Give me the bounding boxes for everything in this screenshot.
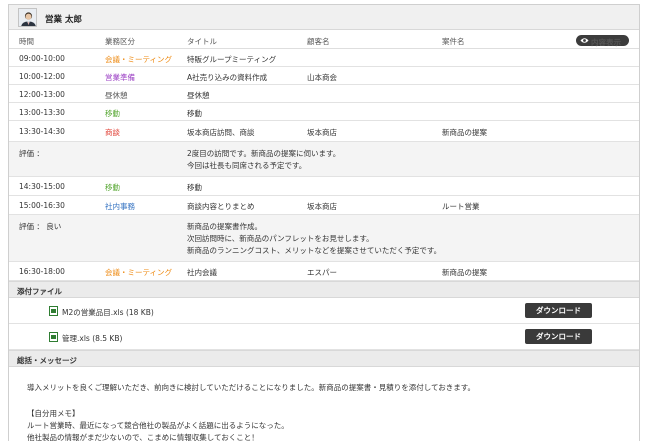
attachment-name[interactable]: M2の営業品目.xls (18 KB) <box>62 307 154 318</box>
table-row[interactable]: 14:30-15:00 移動 移動 <box>9 177 639 196</box>
table-row[interactable]: 09:00-10:00 会議・ミーティング 特販グループミーティング <box>9 49 639 67</box>
show-content-button[interactable]: 内容表示 <box>576 35 629 47</box>
row-title: 特販グループミーティング <box>187 55 277 64</box>
row-title: 昼休憩 <box>187 91 210 100</box>
table-row[interactable]: 13:00-13:30 移動 移動 <box>9 103 639 121</box>
daily-report-panel: 営業 太郎 時間 業務区分 タイトル 顧客名 案件名 内容表示 09:00-10… <box>8 4 640 441</box>
summary-line: 他社製品の情報がまだ少ないので、こまめに情報収集しておくこと！ <box>27 433 259 441</box>
user-name: 営業 太郎 <box>45 15 82 25</box>
row-category: 昼休憩 <box>105 91 128 100</box>
row-client: 坂本商店 <box>307 202 337 211</box>
evaluation-label: 評価 ： <box>19 149 44 158</box>
summary-line: ルート営業時、最近になって競合他社の製品がよく話題に出るようになった。 <box>27 421 289 430</box>
evaluation-row: 評価 ： 2度目の訪問です。新商品の提案に伺います。 今回は社長も同席される予定… <box>9 142 639 177</box>
attachment-name[interactable]: 管理.xls (8.5 KB) <box>62 333 122 344</box>
evaluation-line: 次回訪問時に、新商品のパンフレットをお見せします。 <box>187 234 374 243</box>
row-client: 坂本商店 <box>307 128 337 137</box>
row-case: ルート営業 <box>442 202 480 211</box>
row-title: A社売り込みの資料作成 <box>187 73 268 82</box>
download-button[interactable]: ダウンロード <box>525 329 592 344</box>
table-row[interactable]: 15:00-16:30 社内事務 商談内容とりまとめ 坂本商店 ルート営業 <box>9 196 639 215</box>
evaluation-line: 今回は社長も同席される予定です。 <box>187 161 307 170</box>
download-button[interactable]: ダウンロード <box>525 303 592 318</box>
row-category: 移動 <box>105 109 120 118</box>
row-client: エスパー <box>307 268 337 277</box>
table-row[interactable]: 12:00-13:00 昼休憩 昼休憩 <box>9 85 639 103</box>
row-category: 会議・ミーティング <box>105 268 173 277</box>
row-time: 15:00-16:30 <box>19 201 65 210</box>
attachment-item: M2の営業品目.xls (18 KB) ダウンロード <box>9 298 639 324</box>
summary-line: 【自分用メモ】 <box>27 409 80 418</box>
eye-icon <box>580 38 589 43</box>
row-category: 商談 <box>105 128 120 137</box>
row-time: 13:30-14:30 <box>19 127 65 136</box>
row-time: 13:00-13:30 <box>19 108 65 117</box>
excel-file-icon <box>49 306 58 316</box>
summary-title: 総括・メッセージ <box>17 356 77 365</box>
row-category: 移動 <box>105 183 120 192</box>
evaluation-line: 新商品の提案書作成。 <box>187 222 262 231</box>
column-time: 時間 <box>19 37 34 46</box>
row-time: 12:00-13:00 <box>19 90 65 99</box>
row-title: 社内会議 <box>187 268 217 277</box>
table-header: 時間 業務区分 タイトル 顧客名 案件名 内容表示 <box>9 30 639 49</box>
column-title: タイトル <box>187 37 217 46</box>
user-header: 営業 太郎 <box>9 5 639 30</box>
row-client: 山本商会 <box>307 73 337 82</box>
row-case: 新商品の提案 <box>442 128 487 137</box>
row-title: 移動 <box>187 109 202 118</box>
row-title: 坂本商店訪問、商談 <box>187 128 255 137</box>
row-category: 営業準備 <box>105 73 135 82</box>
column-client: 顧客名 <box>307 37 330 46</box>
summary-line: 導入メリットを良くご理解いただき、前向きに検討していただけることになりました。新… <box>27 383 476 392</box>
row-time: 16:30-18:00 <box>19 267 65 276</box>
summary-header: 総括・メッセージ <box>9 350 639 367</box>
row-title: 移動 <box>187 183 202 192</box>
summary-body: 導入メリットを良くご理解いただき、前向きに検討していただけることになりました。新… <box>9 370 639 441</box>
user-avatar <box>18 8 37 27</box>
evaluation-line: 2度目の訪問です。新商品の提案に伺います。 <box>187 149 341 158</box>
table-row[interactable]: 16:30-18:00 会議・ミーティング 社内会議 エスパー 新商品の提案 <box>9 262 639 281</box>
attachment-item: 管理.xls (8.5 KB) ダウンロード <box>9 324 639 350</box>
row-category: 会議・ミーティング <box>105 55 173 64</box>
table-row[interactable]: 10:00-12:00 営業準備 A社売り込みの資料作成 山本商会 <box>9 67 639 85</box>
attachments-title: 添付ファイル <box>17 287 62 296</box>
attachments-header: 添付ファイル <box>9 281 639 298</box>
row-case: 新商品の提案 <box>442 268 487 277</box>
evaluation-row: 評価 ： 良い 新商品の提案書作成。 次回訪問時に、新商品のパンフレットをお見せ… <box>9 215 639 262</box>
row-title: 商談内容とりまとめ <box>187 202 255 211</box>
row-time: 14:30-15:00 <box>19 182 65 191</box>
row-time: 10:00-12:00 <box>19 72 65 81</box>
evaluation-label: 評価 ： 良い <box>19 222 62 231</box>
row-category: 社内事務 <box>105 202 135 211</box>
row-time: 09:00-10:00 <box>19 54 65 63</box>
column-category: 業務区分 <box>105 37 135 46</box>
excel-file-icon <box>49 332 58 342</box>
evaluation-line: 新商品のランニングコスト、メリットなどを提案させていただく予定です。 <box>187 246 442 255</box>
table-row[interactable]: 13:30-14:30 商談 坂本商店訪問、商談 坂本商店 新商品の提案 <box>9 121 639 142</box>
column-case: 案件名 <box>442 37 465 46</box>
